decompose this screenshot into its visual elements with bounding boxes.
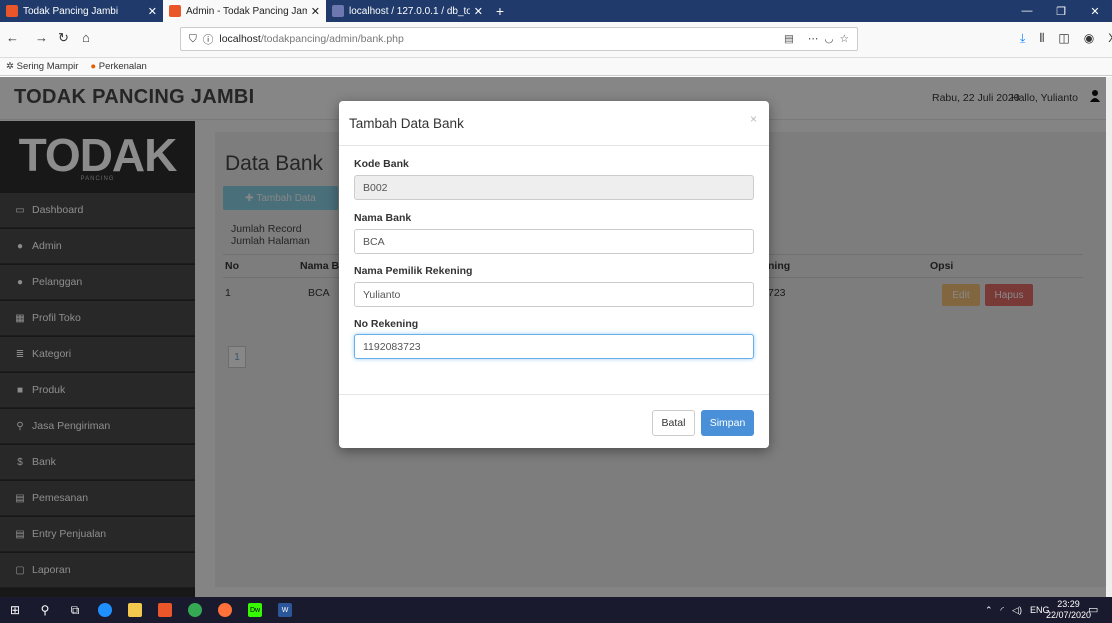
xampp-favicon-icon — [169, 5, 181, 17]
shield-icon[interactable]: ⛉ — [189, 33, 197, 46]
phpmyadmin-favicon-icon — [332, 5, 344, 17]
firefox-icon: ● — [90, 61, 97, 72]
modal-header: Tambah Data Bank × — [339, 101, 769, 146]
library-icon[interactable]: ⫴ — [1039, 31, 1044, 46]
bookmarks-bar: ✲ Sering Mampir ● Perkenalan — [0, 58, 1112, 76]
windows-taskbar: ⊞ ⚲ ⧉ Dw W ⌃ ◜ ◁) ENG 23:29 22/07/2020 ▭ — [0, 597, 1112, 623]
browser-tab-1[interactable]: Todak Pancing Jambi ✕ — [0, 0, 163, 22]
bookmark-star-icon[interactable]: ☆ — [840, 33, 849, 45]
pemilik-rekening-input[interactable] — [354, 282, 754, 307]
browser-tab-3[interactable]: localhost / 127.0.0.1 / db_todak ✕ — [326, 0, 489, 22]
forward-icon[interactable]: → — [35, 30, 48, 45]
nama-bank-input[interactable] — [354, 229, 754, 254]
pemilik-rekening-label: Nama Pemilik Rekening — [354, 265, 473, 277]
clock-date: 22/07/2020 — [1046, 610, 1092, 620]
url-path: /todakpancing/admin/bank.php — [260, 33, 404, 45]
pocket-icon[interactable]: ◡ — [824, 33, 833, 45]
home-icon[interactable]: ⌂ — [82, 30, 90, 45]
chrome-icon[interactable] — [180, 597, 210, 623]
download-icon[interactable]: ⤓ — [1020, 31, 1025, 46]
extension-icon[interactable]: X — [1108, 31, 1112, 46]
toolbar-right: ⤓ ⫴ ◫ ◉ X ≡ — [1020, 31, 1112, 46]
firefox-icon[interactable] — [210, 597, 240, 623]
add-bank-modal: Tambah Data Bank × Kode Bank Nama Bank N… — [339, 101, 769, 448]
windows-start-icon[interactable]: ⊞ — [0, 597, 30, 623]
close-tab-icon[interactable]: ✕ — [311, 5, 320, 18]
page-scrollbar[interactable] — [1106, 77, 1112, 597]
modal-title: Tambah Data Bank — [349, 116, 464, 131]
tab-title: Todak Pancing Jambi — [23, 5, 119, 17]
kode-bank-label: Kode Bank — [354, 158, 409, 170]
system-clock[interactable]: 23:29 22/07/2020 — [1046, 599, 1091, 621]
nama-bank-label: Nama Bank — [354, 212, 412, 224]
edge-icon[interactable] — [90, 597, 120, 623]
close-window-icon[interactable]: ✕ — [1078, 0, 1112, 22]
close-icon[interactable]: × — [750, 112, 757, 126]
restore-icon[interactable]: ❐ — [1044, 0, 1078, 22]
wifi-icon[interactable]: ◜ — [1001, 605, 1005, 616]
task-view-icon[interactable]: ⧉ — [60, 597, 90, 623]
xampp-icon[interactable] — [150, 597, 180, 623]
gear-icon: ✲ — [6, 61, 14, 72]
reload-icon[interactable]: ↻ — [58, 30, 69, 46]
tab-title: localhost / 127.0.0.1 / db_todak — [349, 5, 470, 17]
bookmark-sering-mampir[interactable]: ✲ Sering Mampir — [6, 61, 78, 72]
window-controls: — ❐ ✕ — [1010, 0, 1112, 22]
close-tab-icon[interactable]: ✕ — [474, 5, 483, 18]
save-button[interactable]: Simpan — [701, 410, 754, 436]
modal-footer-divider — [339, 394, 769, 395]
back-icon[interactable]: ← — [6, 30, 19, 45]
volume-icon[interactable]: ◁) — [1012, 605, 1022, 616]
info-icon[interactable]: ⓘ — [203, 32, 214, 47]
minimize-icon[interactable]: — — [1010, 0, 1044, 22]
no-rekening-input[interactable] — [354, 334, 754, 359]
word-icon[interactable]: W — [270, 597, 300, 623]
dreamweaver-icon[interactable]: Dw — [240, 597, 270, 623]
kode-bank-input[interactable] — [354, 175, 754, 200]
tab-title: Admin - Todak Pancing Jambi — [186, 5, 307, 17]
url-host: localhost — [219, 33, 261, 45]
browser-tab-bar: Todak Pancing Jambi ✕ Admin - Todak Panc… — [0, 0, 1112, 22]
chevron-up-icon[interactable]: ⌃ — [985, 605, 993, 616]
xampp-favicon-icon — [6, 5, 18, 17]
account-icon[interactable]: ◉ — [1084, 31, 1094, 46]
notification-icon[interactable]: ▭ — [1088, 603, 1102, 617]
url-bar[interactable]: ⛉ ⓘ localhost/todakpancing/admin/bank.ph… — [180, 27, 858, 51]
clock-time: 23:29 — [1057, 599, 1080, 609]
no-rekening-label: No Rekening — [354, 318, 419, 330]
browser-tab-2[interactable]: Admin - Todak Pancing Jambi ✕ — [163, 0, 326, 22]
system-tray: ⌃ ◜ ◁) ENG — [985, 597, 1049, 623]
file-explorer-icon[interactable] — [120, 597, 150, 623]
more-actions-icon[interactable]: ⋯ — [808, 33, 819, 45]
search-icon[interactable]: ⚲ — [30, 597, 60, 623]
reader-view-icon[interactable]: ▤ — [784, 33, 794, 45]
sidebar-icon[interactable]: ◫ — [1058, 31, 1069, 46]
browser-nav-bar: ← → ↻ ⌂ ⛉ ⓘ localhost/todakpancing/admin… — [0, 22, 1112, 58]
bookmark-perkenalan[interactable]: ● Perkenalan — [90, 61, 146, 72]
close-tab-icon[interactable]: ✕ — [148, 5, 157, 18]
cancel-button[interactable]: Batal — [652, 410, 695, 436]
new-tab-button[interactable]: + — [489, 0, 511, 22]
